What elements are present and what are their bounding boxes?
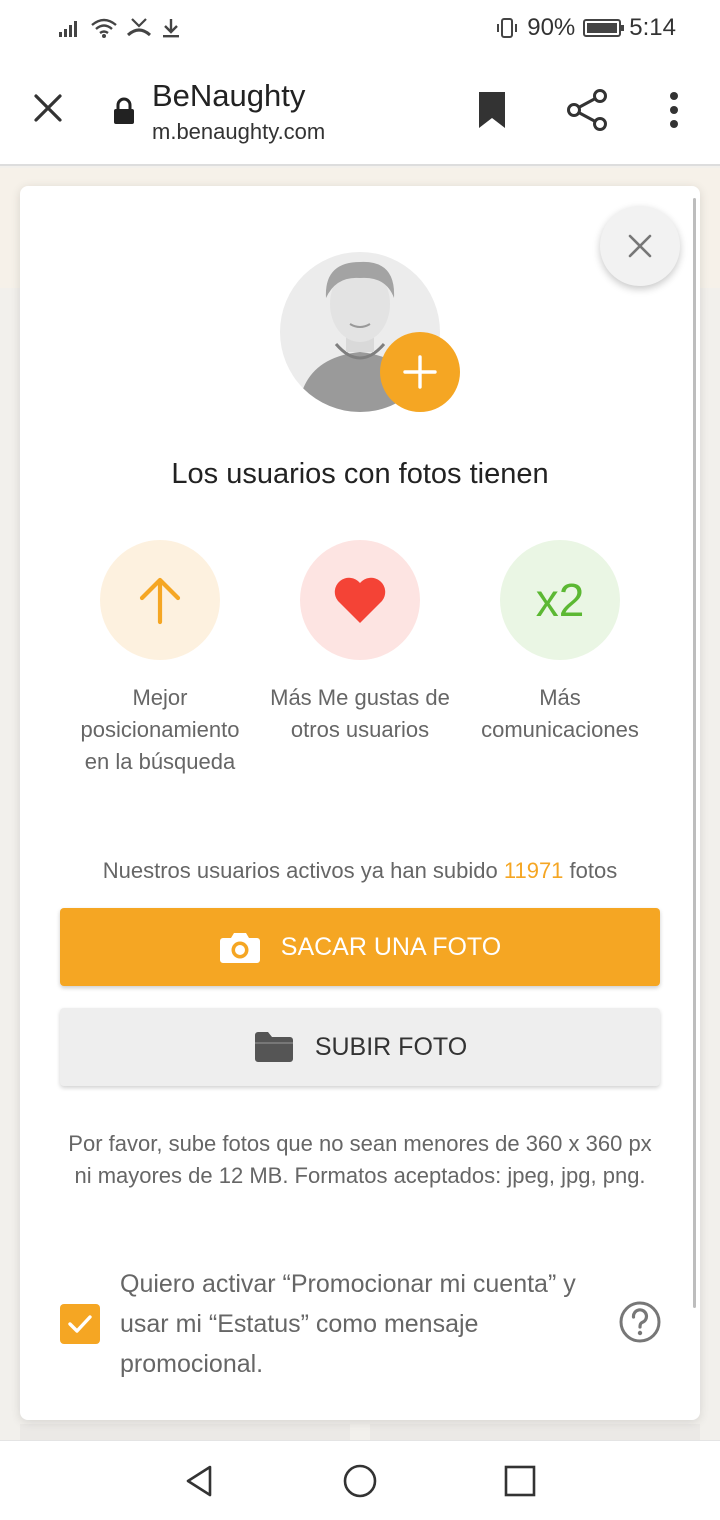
close-icon [628,234,652,258]
stats-count: 11971 [503,858,564,883]
share-icon[interactable] [566,88,608,132]
promote-account-label[interactable]: Quiero activar “Promocionar mi cuenta” y… [120,1264,590,1384]
system-nav-bar [0,1440,720,1520]
take-photo-label: SACAR UNA FOTO [280,932,502,961]
site-title[interactable]: BeNaughty [152,78,305,114]
upload-photo-button[interactable]: SUBIR FOTO [60,1008,660,1086]
signal-icon [59,21,77,37]
clock: 5:14 [629,14,676,41]
battery-percent: 90% [527,14,576,41]
benefit-label: Mejor posicionamiento en la búsqueda [80,685,240,774]
add-photo-modal: Los usuarios con fotos tienen Mejor posi… [20,186,700,1420]
close-tab-icon[interactable] [28,88,68,128]
take-photo-button[interactable]: SACAR UNA FOTO [60,908,660,986]
background-card [370,1424,700,1440]
modal-close-button[interactable] [600,206,680,286]
stats-prefix: Nuestros usuarios activos ya han subido [102,858,498,883]
benefit-icon-circle: x2 [500,540,620,660]
status-right-icons: 90% 5:14 [495,14,676,42]
help-icon[interactable] [618,1300,662,1344]
modal-scrollbar[interactable] [693,198,696,1308]
home-icon[interactable] [342,1463,378,1499]
benefit-label: Más Me gustas de otros usuarios [270,685,450,742]
folder-icon [254,1032,293,1062]
arrow-up-icon [139,577,181,625]
recents-icon[interactable] [502,1463,538,1499]
lock-icon [114,97,134,124]
photo-stats: Nuestros usuarios activos ya han subido … [20,858,700,884]
upload-photo-label: SUBIR FOTO [314,1032,468,1061]
missed-call-icon [126,18,152,37]
benefit-more-likes: Más Me gustas de otros usuarios [270,540,450,746]
heart-icon [334,577,386,623]
promote-account-checkbox[interactable] [60,1304,100,1344]
wifi-icon [91,18,117,38]
browser-toolbar: BeNaughty m.benaughty.com [0,56,720,166]
background-card [20,1424,350,1440]
x2-badge: x2 [535,574,585,626]
add-photo-button[interactable] [380,332,460,412]
bookmark-icon[interactable] [476,90,508,130]
battery-icon [583,19,625,37]
benefit-label: Más comunicaciones [481,685,639,742]
status-left-icons [58,17,182,39]
more-menu-icon[interactable] [664,90,684,130]
camera-icon [219,933,260,963]
back-icon[interactable] [182,1463,218,1499]
status-bar: 90% 5:14 [0,0,720,56]
checkmark-icon [68,1315,92,1333]
benefit-icon-circle [100,540,220,660]
download-icon [163,19,179,38]
modal-headline: Los usuarios con fotos tienen [171,458,549,490]
plus-icon [403,355,437,389]
vibrate-icon [497,18,518,38]
site-url[interactable]: m.benaughty.com [152,119,325,145]
upload-requirements-note: Por favor, sube fotos que no sean menore… [68,1131,652,1188]
benefit-more-communications: x2 Más comunicaciones [470,540,650,746]
stats-suffix: fotos [569,858,618,883]
benefit-icon-circle [300,540,420,660]
benefit-search-ranking: Mejor posicionamiento en la búsqueda [70,540,250,778]
